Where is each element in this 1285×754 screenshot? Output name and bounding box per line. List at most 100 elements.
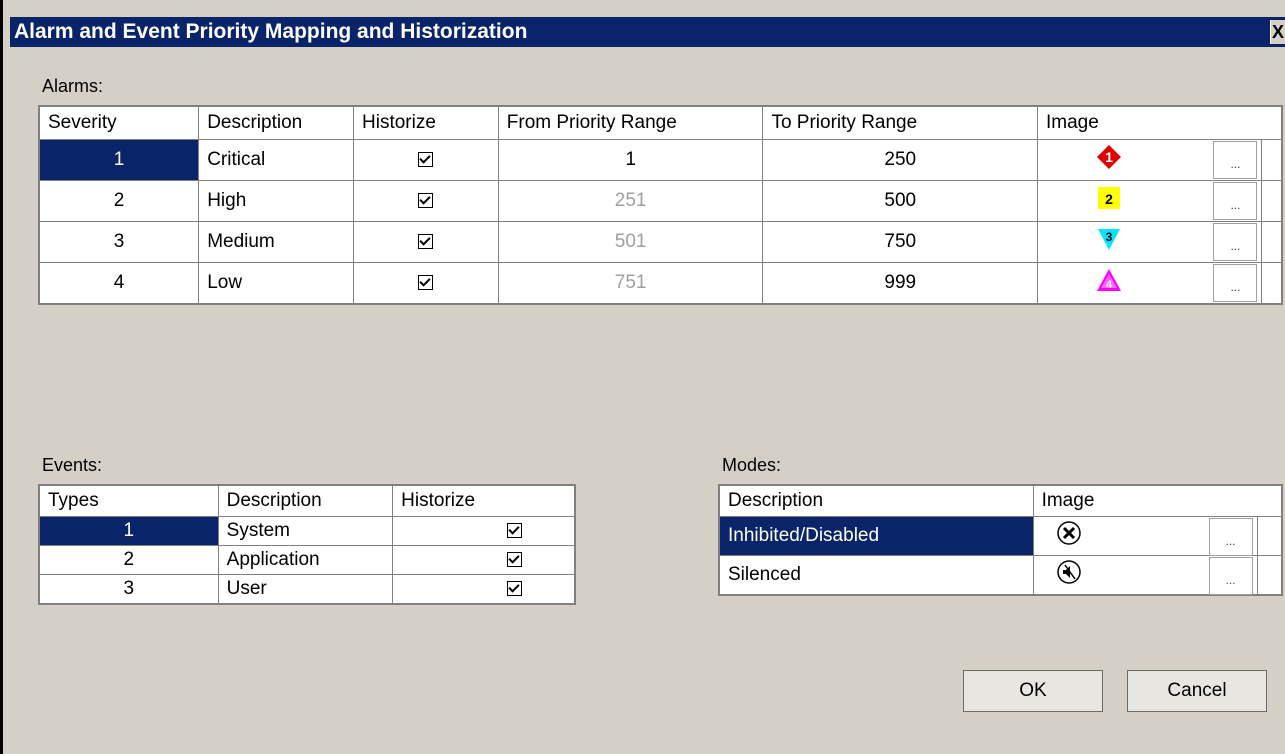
description-cell[interactable]: User [217,574,394,605]
from-priority-cell[interactable]: 501 [497,221,764,263]
image-cell: 4 ... [1036,262,1263,305]
historize-cell[interactable] [353,139,499,181]
image-browse-button[interactable]: ... [1213,264,1258,302]
events-label: Events: [42,455,103,475]
alarms-table: Severity Description Historize From Prio… [38,105,1283,305]
type-cell[interactable]: 1 [38,516,219,546]
severity-cell[interactable]: 4 [38,262,200,305]
description-cell[interactable]: Inhibited/Disabled [718,516,1034,556]
from-priority-cell[interactable]: 251 [497,180,764,222]
historize-checkbox[interactable] [507,523,523,539]
filler-cell [1261,221,1283,263]
to-priority-cell[interactable]: 750 [762,221,1038,263]
description-cell[interactable]: Silenced [718,555,1034,596]
table-row[interactable]: 4 Low 751 999 4 ... [38,262,1283,305]
image-cell: 3 ... [1036,221,1263,263]
silenced-speaker-icon [1056,559,1082,591]
col-types[interactable]: Types [38,484,219,517]
filler-cell [1256,516,1283,556]
description-cell[interactable]: Critical [198,139,354,181]
image-cell: ... [1032,555,1258,596]
col-description[interactable]: Description [718,484,1034,517]
image-browse-button[interactable]: ... [1208,557,1253,595]
alarms-header-row: Severity Description Historize From Prio… [38,105,1283,140]
cancel-button[interactable]: Cancel [1127,670,1267,712]
col-description[interactable]: Description [198,105,354,140]
image-browse-button[interactable]: ... [1213,182,1258,220]
modes-label: Modes: [722,455,782,475]
col-historize[interactable]: Historize [353,105,499,140]
image-cell: 1 ... [1036,139,1263,181]
from-priority-cell[interactable]: 751 [497,262,764,305]
modes-header-row: Description Image [718,484,1283,517]
historize-checkbox[interactable] [418,234,434,250]
events-header-row: Types Description Historize [38,484,576,517]
modes-table: Description Image Inhibited/Disabled ...… [718,484,1283,596]
description-cell[interactable]: Low [198,262,354,305]
to-priority-cell[interactable]: 250 [762,139,1038,181]
col-image[interactable]: Image [1037,105,1283,140]
title-bar: Alarm and Event Priority Mapping and His… [10,17,1285,47]
severity-cell[interactable]: 2 [38,180,200,222]
table-row[interactable]: Inhibited/Disabled ... [718,516,1283,556]
historize-checkbox[interactable] [507,581,523,597]
historize-cell[interactable] [392,545,576,575]
table-row[interactable]: 2 Application [38,545,576,575]
to-priority-cell[interactable]: 999 [762,262,1038,305]
col-from-priority[interactable]: From Priority Range [497,105,764,140]
historize-checkbox[interactable] [507,552,523,568]
yellow-square-icon: 2 [1096,185,1122,217]
historize-cell[interactable] [353,221,499,263]
table-row[interactable]: 2 High 251 500 2 ... [38,180,1283,222]
table-row[interactable]: Silenced ... [718,555,1283,596]
ok-button[interactable]: OK [963,670,1103,712]
col-image[interactable]: Image [1032,484,1283,517]
filler-cell [1261,139,1283,181]
historize-cell[interactable] [353,180,499,222]
historize-checkbox[interactable] [418,275,434,291]
from-priority-cell[interactable]: 1 [497,139,764,181]
filler-cell [1261,180,1283,222]
svg-text:1: 1 [1105,149,1113,165]
table-row[interactable]: 1 System [38,516,576,546]
col-historize[interactable]: Historize [392,484,576,517]
magenta-triangle-up-icon: 4 [1096,267,1122,299]
col-severity[interactable]: Severity [38,105,200,140]
description-cell[interactable]: Application [217,545,394,575]
image-cell: ... [1032,516,1258,556]
historize-cell[interactable] [392,516,576,546]
svg-text:3: 3 [1106,230,1113,244]
filler-cell [1256,555,1283,596]
severity-cell[interactable]: 3 [38,221,200,263]
table-row[interactable]: 1 Critical 1 250 1 ... [38,139,1283,181]
alarms-label: Alarms: [42,76,104,96]
col-description[interactable]: Description [217,484,394,517]
historize-cell[interactable] [353,262,499,305]
description-cell[interactable]: High [198,180,354,222]
historize-checkbox[interactable] [418,152,434,168]
historize-cell[interactable] [392,574,576,605]
image-cell: 2 ... [1036,180,1263,222]
image-browse-button[interactable]: ... [1213,141,1258,179]
col-to-priority[interactable]: To Priority Range [762,105,1038,140]
image-browse-button[interactable]: ... [1208,518,1253,556]
type-cell[interactable]: 2 [38,545,219,575]
table-row[interactable]: 3 Medium 501 750 3 ... [38,221,1283,263]
red-diamond-icon: 1 [1096,144,1122,176]
type-cell[interactable]: 3 [38,574,219,605]
inhibited-x-icon [1056,520,1082,552]
events-table: Types Description Historize 1 System 2 A… [38,484,576,605]
historize-checkbox[interactable] [418,193,434,209]
severity-cell[interactable]: 1 [38,139,200,181]
close-icon[interactable]: X [1270,20,1285,44]
filler-cell [1261,262,1283,305]
window-title: Alarm and Event Priority Mapping and His… [14,20,528,43]
to-priority-cell[interactable]: 500 [762,180,1038,222]
svg-text:4: 4 [1106,279,1113,291]
description-cell[interactable]: System [217,516,394,546]
cyan-triangle-down-icon: 3 [1096,226,1122,258]
table-row[interactable]: 3 User [38,574,576,605]
description-cell[interactable]: Medium [198,221,354,263]
image-browse-button[interactable]: ... [1213,223,1258,261]
svg-text:2: 2 [1105,191,1113,207]
